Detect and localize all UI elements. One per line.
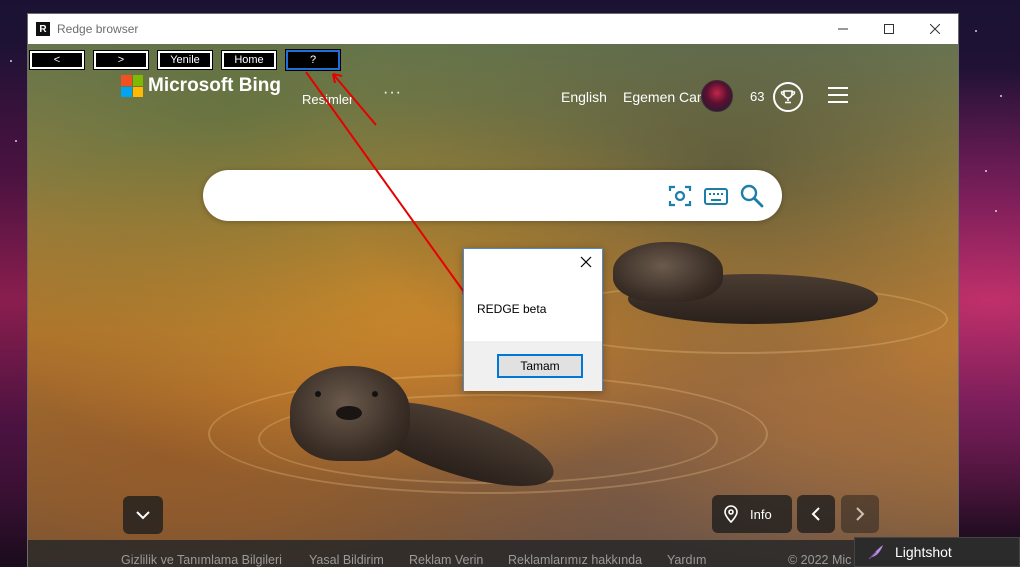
background-otter-head <box>613 242 723 302</box>
rewards-trophy-button[interactable] <box>773 82 803 112</box>
footer-copyright: © 2022 Mic <box>788 553 852 567</box>
chevron-left-icon <box>811 507 820 521</box>
keyboard-button[interactable] <box>703 183 729 209</box>
search-box <box>203 170 782 221</box>
refresh-button[interactable]: Yenile <box>157 50 213 70</box>
lightshot-notification[interactable]: Lightshot <box>854 537 1020 567</box>
language-link[interactable]: English <box>561 89 607 105</box>
ok-button[interactable]: Tamam <box>497 354 583 378</box>
info-label: Info <box>750 506 772 522</box>
page-footer: Gizlilik ve Tanımlama Bilgileri Yasal Bi… <box>28 540 958 567</box>
dialog-close-button[interactable] <box>579 255 593 269</box>
help-button[interactable]: ? <box>285 49 341 71</box>
home-button[interactable]: Home <box>221 50 277 70</box>
chevron-right-icon <box>856 507 865 521</box>
lightshot-label: Lightshot <box>895 544 952 560</box>
minimize-icon <box>838 28 848 30</box>
visual-search-icon <box>668 185 692 207</box>
back-button[interactable]: < <box>29 50 85 70</box>
message-dialog: REDGE beta Tamam <box>463 248 603 391</box>
app-icon: R <box>36 22 50 36</box>
close-icon <box>580 256 592 268</box>
microsoft-logo-icon <box>121 75 143 97</box>
search-button[interactable] <box>739 183 765 209</box>
visual-search-button[interactable] <box>667 183 693 209</box>
maximize-button[interactable] <box>866 14 912 44</box>
minimize-button[interactable] <box>820 14 866 44</box>
location-pin-icon <box>724 505 738 523</box>
footer-link-advertise[interactable]: Reklam Verin <box>409 553 483 567</box>
forward-button[interactable]: > <box>93 50 149 70</box>
avatar[interactable] <box>701 80 733 112</box>
maximize-icon <box>884 24 894 34</box>
close-icon <box>930 24 940 34</box>
scroll-down-button[interactable] <box>123 496 163 534</box>
images-link[interactable]: Resimler <box>302 92 353 107</box>
search-icon <box>740 184 764 208</box>
title-bar[interactable]: R Redge browser <box>28 14 958 44</box>
keyboard-icon <box>704 188 728 205</box>
rewards-points[interactable]: 63 <box>750 89 764 104</box>
bing-logo[interactable]: Microsoft Bing <box>121 75 281 97</box>
image-info-button[interactable]: Info <box>712 495 792 533</box>
footer-link-about-ads[interactable]: Reklamlarımız hakkında <box>508 553 642 567</box>
dialog-message: REDGE beta <box>477 302 547 316</box>
footer-link-help[interactable]: Yardım <box>667 553 706 567</box>
foreground-otter-head <box>290 366 410 461</box>
more-menu-button[interactable]: ··· <box>383 84 402 102</box>
search-input[interactable] <box>225 184 645 206</box>
close-button[interactable] <box>912 14 958 44</box>
footer-link-privacy[interactable]: Gizlilik ve Tanımlama Bilgileri <box>121 553 282 567</box>
feather-icon <box>868 545 883 560</box>
trophy-icon <box>780 90 796 104</box>
next-image-button[interactable] <box>841 495 879 533</box>
hamburger-menu-button[interactable] <box>828 87 848 108</box>
previous-image-button[interactable] <box>797 495 835 533</box>
dialog-footer: Tamam <box>464 341 602 391</box>
user-name[interactable]: Egemen Can <box>623 89 705 105</box>
footer-link-legal[interactable]: Yasal Bildirim <box>309 553 384 567</box>
window-title: Redge browser <box>57 22 139 36</box>
chevron-down-icon <box>136 511 150 520</box>
